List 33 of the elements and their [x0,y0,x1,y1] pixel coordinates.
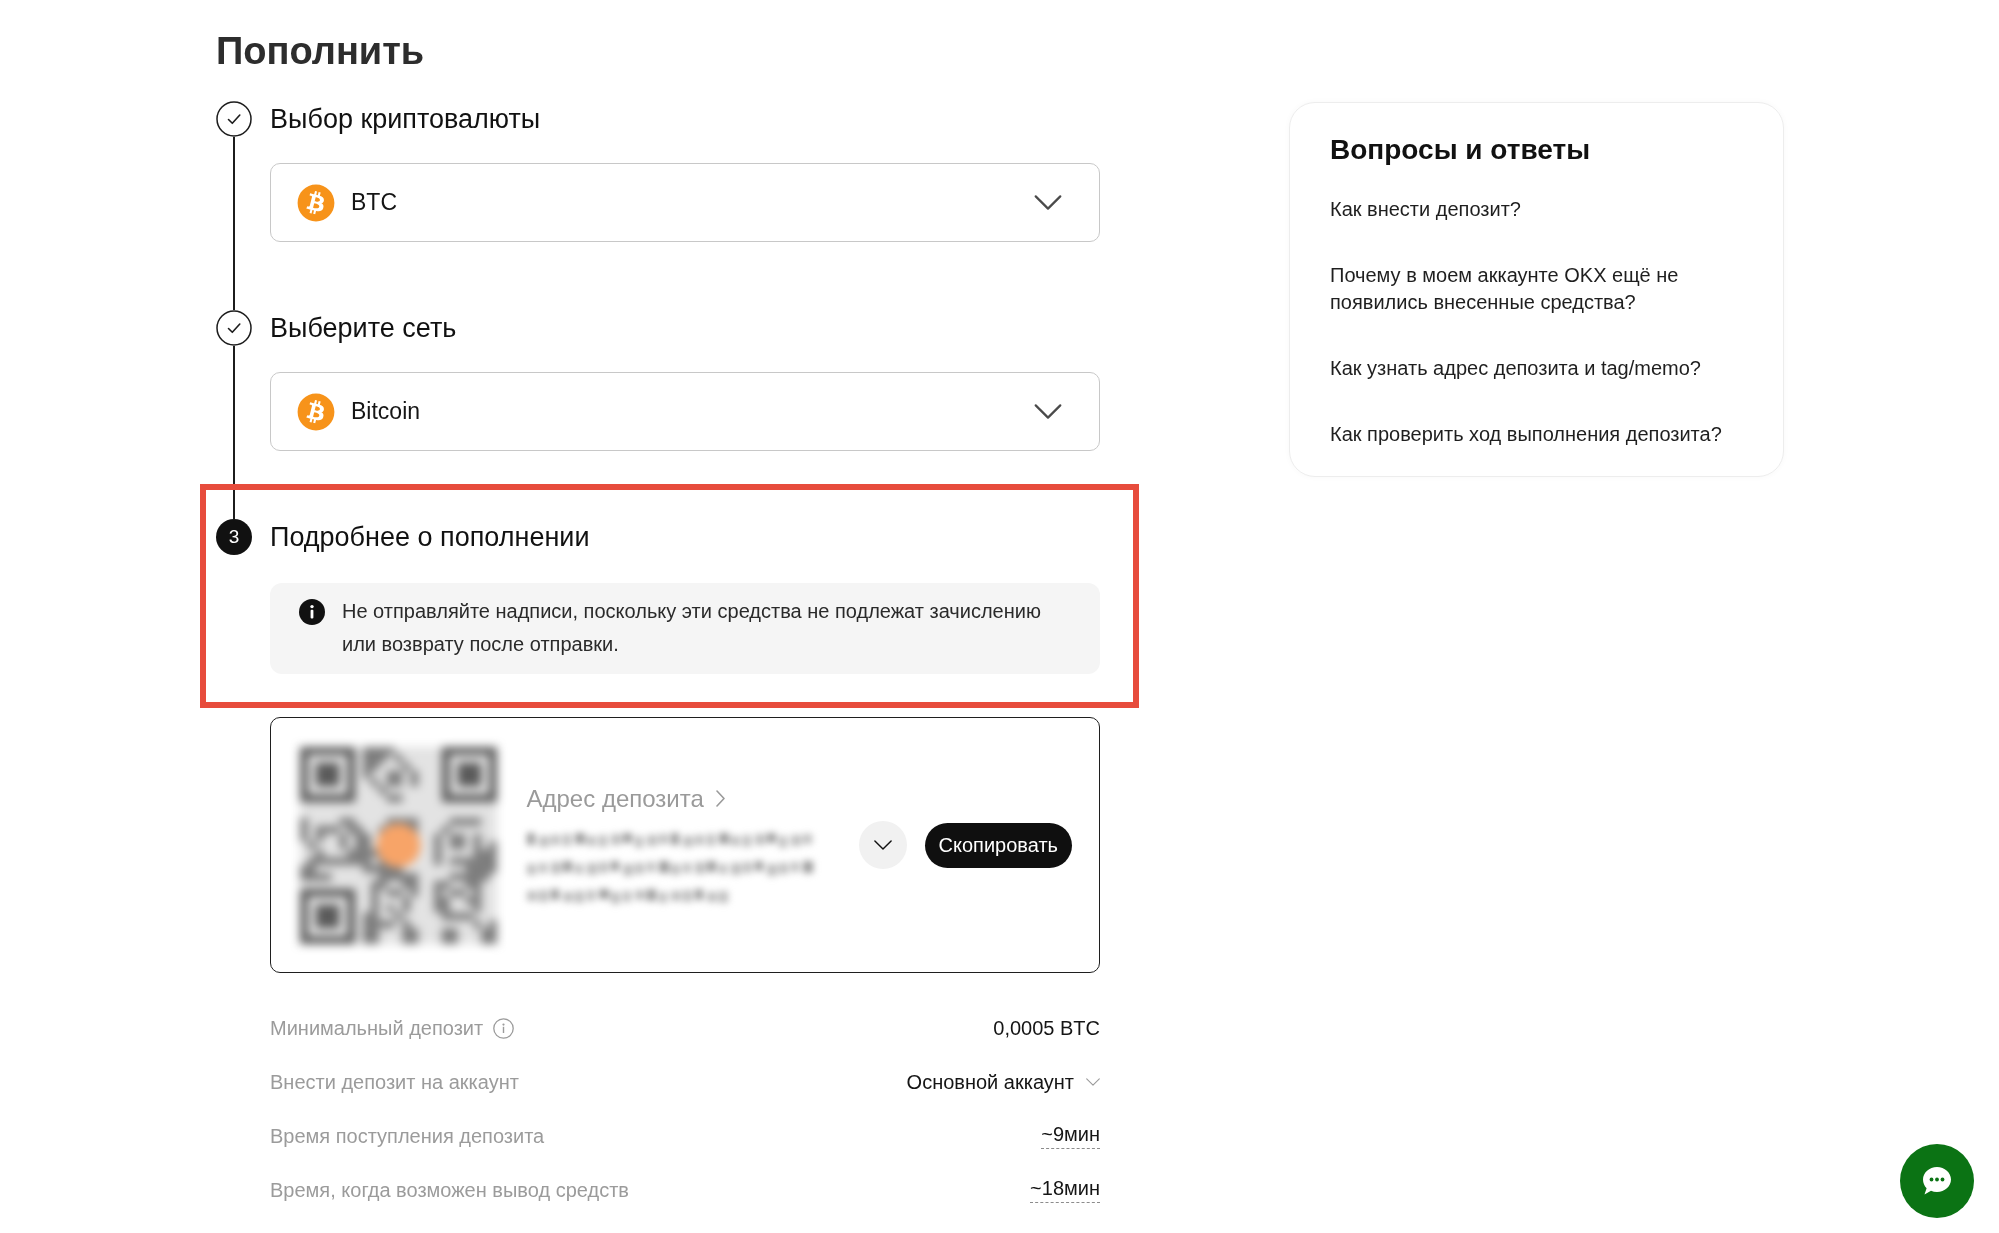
faq-link[interactable]: Как узнать адрес депозита и tag/memo? [1330,355,1743,382]
expand-button[interactable] [858,821,907,869]
chevron-down-icon [873,840,892,850]
copy-button[interactable]: Скопировать [924,822,1072,868]
detail-label: Время поступления депозита [270,1124,545,1148]
info-icon [299,598,325,625]
chevron-down-icon [1034,404,1062,419]
chevron-right-icon [715,790,725,807]
account-select[interactable]: Основной аккаунт [906,1070,1100,1094]
detail-label: Время, когда возможен вывод средств [270,1178,629,1202]
dropdown-select[interactable]: Bitcoin [270,372,1100,451]
chevron-down-icon [1034,195,1062,210]
dropdown-select[interactable]: BTC [270,163,1100,242]
detail-value: ~18мин [1030,1177,1100,1203]
step-number: 3 [216,519,252,555]
bitcoin-icon [297,183,335,222]
chevron-down-icon [1086,1078,1100,1086]
detail-value: ~9мин [1041,1123,1100,1149]
faq-link[interactable]: Как проверить ход выполнения депозита? [1330,421,1743,448]
faq-link[interactable]: Как внести депозит? [1330,196,1743,223]
faq-title: Вопросы и ответы [1330,133,1592,167]
info-icon[interactable] [493,1017,515,1039]
notice-text: Не отправляйте надписи, поскольку эти средства не подлежат зачислению или возврату после отправки. [342,599,1042,657]
page-title: Пополнить [216,29,426,74]
step-title: Подробнее о пополнении [270,520,591,554]
bitcoin-icon [297,392,335,431]
step-title: Выберите сеть [270,311,458,345]
detail-value: 0,0005 BTC [993,1016,1100,1040]
detail-label: Минимальный депозит [270,1016,484,1040]
faq-link[interactable]: Почему в моем аккаунте OKX ещё не появились внесенные средства? [1330,262,1743,316]
step-title: Выбор криптовалюты [270,102,542,136]
detail-label: Внести депозит на аккаунт [270,1070,519,1094]
chat-bubble-icon [1921,1165,1953,1197]
